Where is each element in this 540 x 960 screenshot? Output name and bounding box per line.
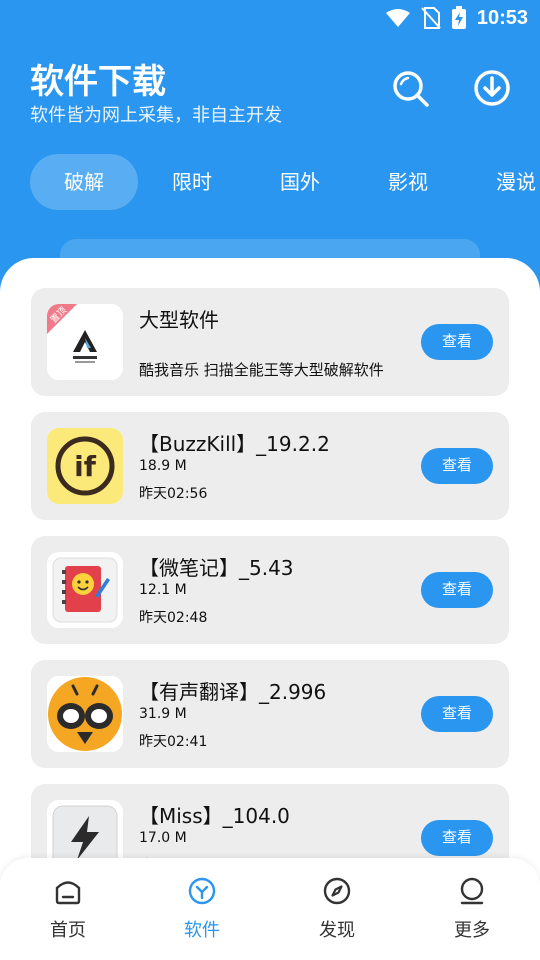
download-icon (474, 70, 510, 106)
view-button[interactable]: 查看 (421, 696, 493, 732)
nav-more[interactable]: 更多 (432, 876, 512, 942)
nav-discover[interactable]: 发现 (297, 876, 377, 942)
bottom-nav: 首页 软件 发现 更多 (0, 858, 540, 960)
nav-home[interactable]: 首页 (28, 876, 108, 942)
app-description: 酷我音乐 扫描全能王等大型破解软件 (139, 361, 384, 379)
status-bar: 10:53 (0, 0, 540, 36)
app-name: 【BuzzKill】_19.2.2 (139, 432, 330, 456)
wifi-icon (385, 9, 410, 27)
tab-foreign[interactable]: 国外 (260, 154, 340, 210)
app-time: 昨天02:48 (139, 610, 208, 626)
app-size: 31.9 M (139, 706, 187, 722)
nav-software-label: 软件 (184, 920, 220, 941)
app-list: 置顶 大型软件 酷我音乐 扫描全能王等大型破解软件 查看 if 【BuzzKil… (0, 258, 540, 960)
nav-discover-label: 发现 (319, 920, 355, 941)
cube-icon (188, 877, 216, 905)
page-subtitle: 软件皆为网上采集，非自主开发 (30, 105, 282, 126)
app-name: 【微笔记】_5.43 (139, 556, 294, 580)
svg-text:if: if (74, 450, 97, 483)
app-name: 大型软件 (139, 308, 219, 332)
list-item-featured[interactable]: 置顶 大型软件 酷我音乐 扫描全能王等大型破解软件 查看 (31, 288, 509, 396)
home-icon (55, 881, 81, 905)
search-icon (393, 71, 429, 107)
category-tabs: 破解 限时 国外 影视 漫说 (0, 154, 540, 210)
view-button[interactable]: 查看 (421, 572, 493, 608)
app-name: 【Miss】_104.0 (139, 804, 290, 828)
app-size: 12.1 M (139, 582, 187, 598)
app-time: 昨天02:41 (139, 734, 208, 750)
list-item[interactable]: if 【BuzzKill】_19.2.2 18.9 M 昨天02:56 查看 (31, 412, 509, 520)
app-icon-notebook (47, 552, 123, 628)
nav-more-label: 更多 (454, 920, 490, 941)
tab-comic[interactable]: 漫说 (476, 154, 540, 210)
app-icon-bee (47, 676, 123, 752)
tab-video[interactable]: 影视 (368, 154, 448, 210)
app-name: 【有声翻译】_2.996 (139, 680, 327, 704)
tab-limited[interactable]: 限时 (152, 154, 232, 210)
page-title: 软件下载 (30, 62, 166, 102)
no-sim-icon (421, 7, 441, 29)
search-button[interactable] (388, 66, 432, 110)
view-button[interactable]: 查看 (421, 448, 493, 484)
compass-icon (323, 877, 351, 905)
app-time: 昨天02:56 (139, 486, 208, 502)
nav-software[interactable]: 软件 (162, 876, 242, 942)
view-button[interactable]: 查看 (421, 820, 493, 856)
app-icon-buzzkill: if (47, 428, 123, 504)
status-time: 10:53 (476, 6, 528, 29)
tab-crack[interactable]: 破解 (30, 154, 138, 210)
view-button[interactable]: 查看 (421, 324, 493, 360)
list-item[interactable]: 【微笔记】_5.43 12.1 M 昨天02:48 查看 (31, 536, 509, 644)
app-icon-featured: 置顶 (47, 304, 123, 380)
battery-charging-icon (451, 6, 466, 29)
app-size: 18.9 M (139, 458, 187, 474)
download-button[interactable] (470, 66, 514, 110)
app-size: 17.0 M (139, 830, 187, 846)
profile-icon (460, 877, 484, 905)
nav-home-label: 首页 (50, 920, 86, 941)
list-item[interactable]: 【有声翻译】_2.996 31.9 M 昨天02:41 查看 (31, 660, 509, 768)
